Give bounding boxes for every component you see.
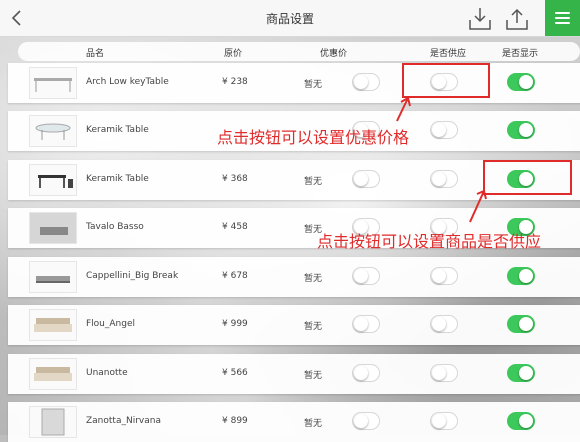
- discount-toggle[interactable]: [352, 315, 380, 333]
- product-price: ¥ 238: [222, 77, 248, 87]
- table-row[interactable]: Zanotta_Nirvana ¥ 899 暂无: [8, 402, 580, 442]
- product-discount: 暂无: [304, 419, 323, 429]
- product-discount: 暂无: [304, 274, 323, 284]
- product-name: Tavalo Basso: [86, 222, 144, 232]
- upload-button[interactable]: [503, 6, 531, 32]
- supply-toggle[interactable]: [430, 412, 458, 430]
- table-row[interactable]: Cappellini_Big Break ¥ 678 暂无: [8, 257, 580, 297]
- supply-toggle[interactable]: [430, 121, 458, 139]
- product-price: ¥ 899: [222, 416, 248, 426]
- arrow-icon: [469, 189, 487, 223]
- column-display: 是否显示: [502, 49, 539, 59]
- column-price: 原价: [224, 49, 243, 59]
- discount-toggle[interactable]: [352, 364, 380, 382]
- glass-table-icon: [29, 115, 77, 147]
- column-name: 品名: [86, 49, 105, 59]
- display-toggle[interactable]: [507, 364, 535, 382]
- supply-toggle-highlight: [402, 63, 490, 98]
- product-name: Keramik Table: [86, 125, 149, 135]
- product-name: Zanotta_Nirvana: [86, 416, 161, 426]
- product-price: ¥ 999: [222, 319, 248, 329]
- discount-toggle[interactable]: [352, 73, 380, 91]
- discount-annotation: 点击按钮可以设置优惠价格: [217, 128, 410, 147]
- display-toggle[interactable]: [507, 315, 535, 333]
- display-toggle[interactable]: [507, 267, 535, 285]
- column-discount: 优惠价: [320, 49, 348, 59]
- display-toggle-highlight: [483, 160, 572, 195]
- product-name: Flou_Angel: [86, 319, 135, 329]
- product-discount: 暂无: [304, 80, 323, 90]
- supply-toggle[interactable]: [430, 315, 458, 333]
- column-supply: 是否供应: [430, 49, 467, 59]
- table-row[interactable]: Arch Low keyTable ¥ 238 暂无: [8, 63, 580, 103]
- display-toggle[interactable]: [507, 73, 535, 91]
- table-row[interactable]: Unanotte ¥ 566 暂无: [8, 354, 580, 394]
- product-price: ¥ 566: [222, 368, 248, 378]
- cabinet-icon: [29, 406, 77, 438]
- product-discount: 暂无: [304, 177, 323, 187]
- menu-icon: [555, 12, 570, 14]
- product-discount: 暂无: [304, 371, 323, 381]
- product-name: Unanotte: [86, 368, 128, 378]
- low-table-icon: [29, 261, 77, 293]
- product-discount: 暂无: [304, 322, 323, 332]
- arrow-icon: [396, 96, 411, 122]
- discount-toggle[interactable]: [352, 412, 380, 430]
- product-price: ¥ 678: [222, 271, 248, 281]
- product-price: ¥ 458: [222, 222, 248, 232]
- desk-set-icon: [29, 164, 77, 196]
- product-name: Cappellini_Big Break: [86, 271, 179, 281]
- bed-icon: [29, 358, 77, 390]
- product-name: Arch Low keyTable: [86, 77, 169, 87]
- supply-toggle[interactable]: [430, 267, 458, 285]
- download-button[interactable]: [466, 6, 494, 32]
- discount-toggle[interactable]: [352, 267, 380, 285]
- room-icon: [29, 212, 77, 244]
- product-name: Keramik Table: [86, 174, 149, 184]
- discount-toggle[interactable]: [352, 170, 380, 188]
- download-icon: [469, 8, 491, 30]
- upload-icon: [506, 8, 528, 30]
- table-icon: [29, 67, 77, 99]
- product-price: ¥ 368: [222, 174, 248, 184]
- table-row[interactable]: Flou_Angel ¥ 999 暂无: [8, 305, 580, 345]
- menu-button[interactable]: [545, 0, 580, 36]
- display-toggle[interactable]: [507, 412, 535, 430]
- supply-toggle[interactable]: [430, 170, 458, 188]
- table-header: 品名 原价 优惠价 是否供应 是否显示: [18, 42, 580, 61]
- top-bar: 商品设置: [0, 0, 580, 37]
- display-toggle[interactable]: [507, 121, 535, 139]
- supply-toggle[interactable]: [430, 364, 458, 382]
- supply-annotation: 点击按钮可以设置商品是否供应: [317, 232, 542, 251]
- bed-icon: [29, 309, 77, 341]
